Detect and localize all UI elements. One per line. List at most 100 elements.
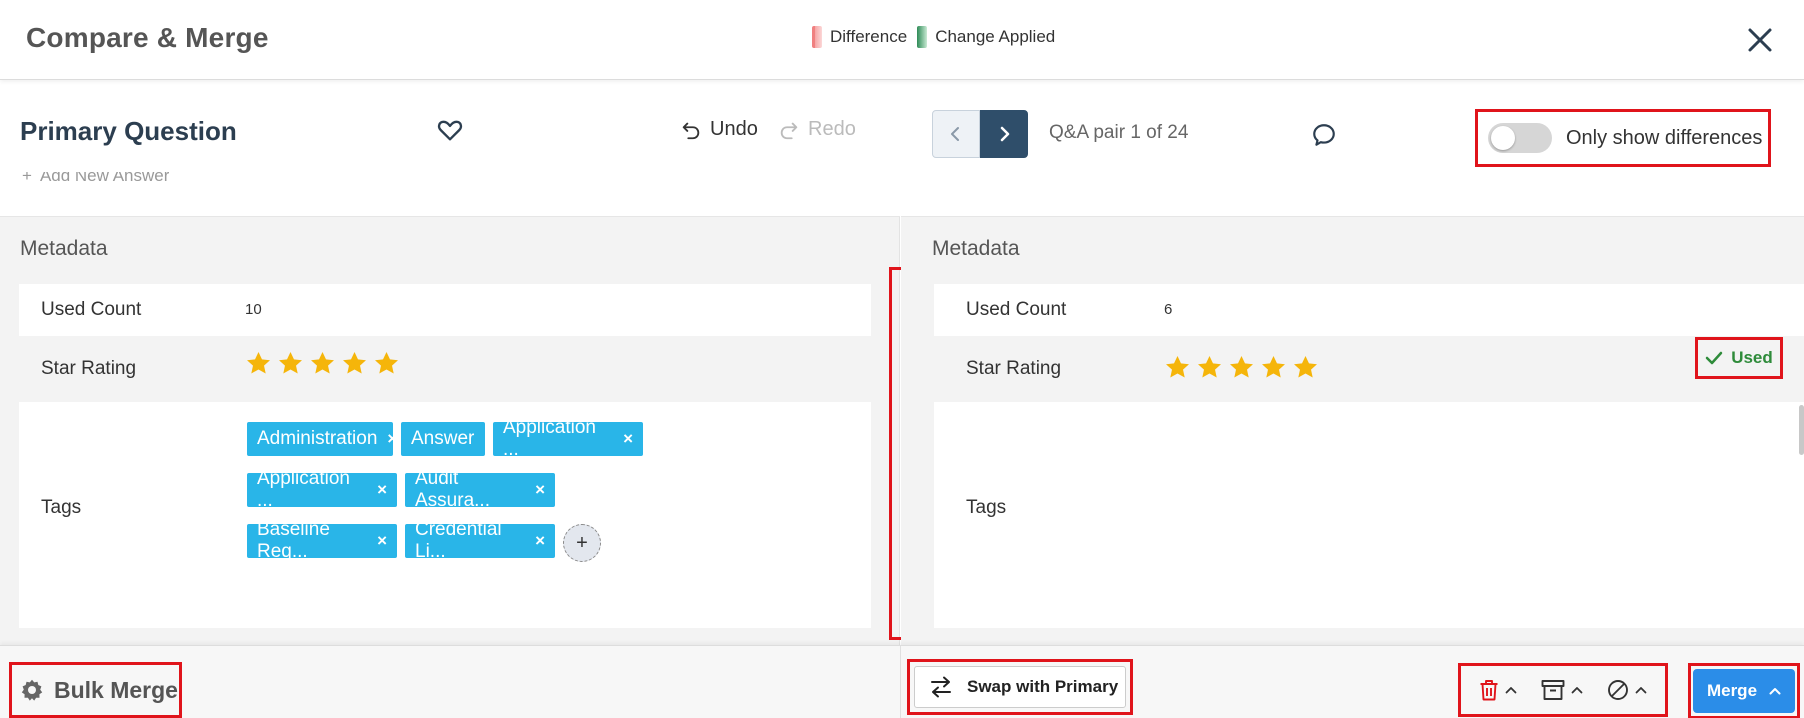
- primary-star-rating-row: Star Rating: [19, 336, 871, 402]
- tag-chip-label: Administration: [257, 428, 378, 449]
- block-icon: [1608, 680, 1628, 700]
- swap-with-primary-button[interactable]: Swap with Primary: [914, 666, 1126, 708]
- primary-tag-list: Administration × Answer × Application ... × Ap…: [247, 417, 647, 562]
- star-icon: [1164, 354, 1191, 386]
- footer-divider: [900, 646, 901, 718]
- add-new-answer-link[interactable]: + Add New Answer: [22, 172, 169, 186]
- star-icon: [341, 350, 368, 382]
- compare-merge-dialog: Compare & Merge Difference Change Applie…: [0, 0, 1804, 718]
- legend-change-applied: Change Applied: [917, 26, 1055, 48]
- legend: Difference Change Applied: [812, 26, 1055, 48]
- secondary-toolbar: Q&A pair 1 of 24 Only show differences: [901, 80, 1804, 217]
- ignore-menu-button[interactable]: [1607, 679, 1647, 701]
- tag-chip-label: Credential Li...: [415, 519, 502, 562]
- only-show-differences-control: Only show differences: [1475, 109, 1771, 167]
- legend-change-applied-label: Change Applied: [935, 27, 1056, 46]
- primary-toolbar: Primary Question Undo Redo + Add New Ans…: [0, 80, 900, 217]
- heart-icon: [437, 120, 463, 141]
- remove-tag-icon[interactable]: ×: [535, 531, 545, 551]
- legend-difference: Difference: [812, 26, 907, 48]
- tag-chip-label: Audit Assura...: [415, 468, 490, 511]
- star-icon: [1196, 354, 1223, 386]
- redo-label: Redo: [808, 118, 856, 140]
- tag-chip[interactable]: Audit Assura... ×: [405, 468, 555, 511]
- gear-icon: [21, 679, 43, 701]
- tag-chip[interactable]: Baseline Req... ×: [247, 519, 397, 562]
- tag-chip-label: Application ...: [257, 468, 350, 511]
- redo-icon: [780, 122, 798, 139]
- comment-button[interactable]: [1311, 122, 1339, 150]
- only-show-differences-toggle[interactable]: [1488, 123, 1552, 153]
- star-rating-label: Star Rating: [966, 358, 1062, 379]
- only-show-differences-label: Only show differences: [1566, 126, 1763, 149]
- remove-tag-icon[interactable]: ×: [535, 480, 545, 500]
- bulk-merge-button[interactable]: Bulk Merge: [9, 662, 182, 718]
- remove-tag-icon[interactable]: ×: [377, 531, 387, 551]
- close-icon: [1748, 28, 1772, 52]
- star-icon: [245, 350, 272, 382]
- delete-menu-button[interactable]: [1479, 679, 1517, 701]
- pair-counter: Q&A pair 1 of 24: [1049, 122, 1189, 143]
- used-count-label: Used Count: [41, 299, 142, 320]
- add-tag-button[interactable]: +: [563, 524, 601, 562]
- remove-tag-icon[interactable]: ×: [377, 480, 387, 500]
- trash-icon: [1480, 680, 1498, 701]
- dialog-header: Compare & Merge Difference Change Applie…: [0, 0, 1804, 80]
- star-icon: [1228, 354, 1255, 386]
- pair-pager: [932, 110, 1028, 158]
- merge-button[interactable]: Merge: [1693, 669, 1795, 713]
- star-rating-label: Star Rating: [41, 358, 137, 379]
- favorite-button[interactable]: [436, 116, 466, 146]
- archive-icon: [1541, 680, 1565, 700]
- close-button[interactable]: [1742, 22, 1778, 58]
- legend-difference-label: Difference: [830, 27, 908, 46]
- used-badge[interactable]: Used: [1695, 337, 1783, 379]
- tag-chip-label: Answer: [411, 428, 475, 449]
- chevron-left-icon: [951, 127, 959, 141]
- merge-label: Merge: [1706, 681, 1758, 700]
- tag-chip[interactable]: Application ... ×: [247, 468, 397, 511]
- swap-arrows-icon: [931, 676, 951, 698]
- used-count-value: 6: [1164, 301, 1173, 318]
- chevron-up-icon: [1769, 688, 1781, 695]
- archive-menu-button[interactable]: [1541, 679, 1583, 701]
- tag-chip[interactable]: Administration ×: [247, 422, 397, 456]
- secondary-star-rating-row: Star Rating: [934, 336, 1804, 402]
- undo-icon: [682, 122, 700, 139]
- secondary-tags-row: Tags: [934, 402, 1804, 628]
- merge-area: Merge: [1688, 663, 1800, 718]
- tag-chip-label: Application ...: [503, 417, 596, 460]
- swap-with-primary-label: Swap with Primary: [967, 677, 1119, 696]
- primary-question-title: Primary Question: [20, 116, 237, 146]
- primary-star-rating[interactable]: [245, 350, 400, 382]
- tag-chip[interactable]: Credential Li... ×: [405, 519, 555, 562]
- dialog-footer: Bulk Merge Swap with Primary Merge: [0, 645, 1804, 718]
- plus-icon: +: [22, 172, 32, 185]
- chevron-up-icon: [1505, 687, 1517, 694]
- add-new-answer-label: Add New Answer: [39, 172, 170, 185]
- change-applied-swatch: [917, 26, 928, 48]
- tag-chip[interactable]: Application ... ×: [493, 417, 643, 460]
- redo-button[interactable]: Redo: [778, 118, 856, 141]
- undo-button[interactable]: Undo: [680, 118, 758, 141]
- toggle-knob: [1491, 126, 1515, 150]
- tags-label: Tags: [41, 497, 82, 518]
- star-icon: [373, 350, 400, 382]
- undo-label: Undo: [710, 118, 758, 140]
- tag-chip[interactable]: Answer ×: [401, 422, 494, 456]
- star-icon: [277, 350, 304, 382]
- primary-pane: Primary Question Undo Redo + Add New Ans…: [0, 80, 900, 645]
- bulk-merge-label: Bulk Merge: [54, 676, 178, 703]
- scrollbar-thumb[interactable]: [1799, 405, 1804, 455]
- used-count-label: Used Count: [966, 299, 1067, 320]
- remove-tag-icon[interactable]: ×: [623, 429, 633, 449]
- remove-tag-icon[interactable]: ×: [387, 429, 397, 449]
- chevron-right-icon: [1000, 126, 1010, 142]
- secondary-metadata-title: Metadata: [932, 237, 1020, 260]
- secondary-pane: Q&A pair 1 of 24 Only show differences M…: [901, 80, 1804, 645]
- secondary-star-rating: [1164, 354, 1319, 386]
- previous-pair-button[interactable]: [932, 110, 980, 158]
- next-pair-button[interactable]: [980, 110, 1028, 158]
- secondary-used-count-row: Used Count 6: [934, 284, 1804, 336]
- chevron-up-icon: [1635, 687, 1647, 694]
